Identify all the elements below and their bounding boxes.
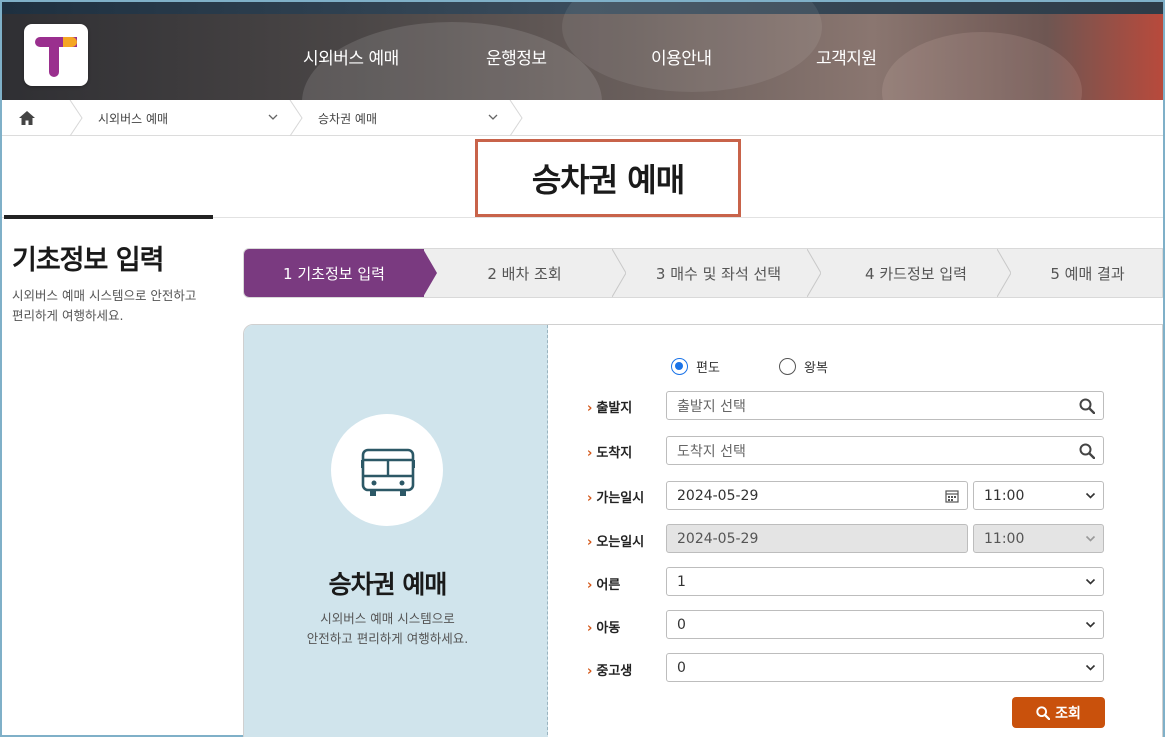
booking-stepper: 1 기초정보 입력 2 배차 조회 3 매수 및 좌석 선택 4 카드정보 입력… [243, 248, 1163, 298]
step-card-info[interactable]: 4 카드정보 입력 [821, 249, 1011, 297]
child-count-select[interactable]: 0 [666, 610, 1104, 639]
adult-label: › 어른 [587, 578, 621, 593]
step-arrow [612, 249, 626, 297]
student-count-value: 0 [677, 659, 686, 676]
chevron-down-icon[interactable] [267, 112, 279, 122]
radio-round-trip[interactable]: 왕복 [779, 357, 828, 376]
step-arrow [423, 249, 437, 297]
breadcrumb: 시외버스 예매 승차권 예매 [2, 100, 1163, 136]
radio-one-way[interactable]: 편도 [671, 357, 720, 376]
site-logo[interactable] [24, 24, 88, 86]
step-label: 3 매수 및 좌석 선택 [655, 264, 782, 283]
step-basic-info[interactable]: 1 기초정보 입력 [244, 249, 424, 297]
student-count-select[interactable]: 0 [666, 653, 1104, 682]
breadcrumb-separator [69, 100, 83, 136]
departure-input[interactable]: 출발지 선택 [666, 391, 1104, 420]
chevron-down-icon [1085, 621, 1096, 628]
depart-date-label: › 가는일시 [587, 491, 645, 506]
child-label: › 아동 [587, 621, 621, 636]
title-divider-accent [4, 215, 213, 219]
chevron-down-icon[interactable] [487, 112, 499, 122]
page-title-box: 승차권 예매 [475, 139, 741, 217]
booking-card-intro: 승차권 예매 시외버스 예매 시스템으로 안전하고 편리하게 여행하세요. [244, 325, 548, 737]
chevron-down-icon [1085, 535, 1096, 542]
departure-label: › 출발지 [587, 401, 633, 416]
step-label: 4 카드정보 입력 [865, 264, 967, 283]
chevron-down-icon [1085, 492, 1096, 499]
return-date-value: 2024-05-29 [677, 530, 759, 547]
nav-usage-guide[interactable]: 이용안내 [651, 44, 712, 69]
breadcrumb-separator [289, 100, 303, 136]
card-description: 시외버스 예매 시스템으로 안전하고 편리하게 여행하세요. [244, 609, 531, 649]
depart-time-select[interactable]: 11:00 [973, 481, 1104, 510]
search-button[interactable]: 조회 [1012, 697, 1105, 728]
depart-date-input[interactable]: 2024-05-29 [666, 481, 968, 510]
home-icon[interactable] [18, 110, 36, 126]
radio-one-way-label: 편도 [696, 361, 720, 376]
step-label: 5 예매 결과 [1050, 264, 1125, 283]
return-date-input: 2024-05-29 [666, 524, 968, 553]
search-icon[interactable] [1079, 398, 1095, 414]
adult-count-value: 1 [677, 573, 686, 590]
site-header: 시외버스 예매 운행정보 이용안내 고객지원 [2, 2, 1163, 100]
step-booking-result[interactable]: 5 예매 결과 [1011, 249, 1162, 297]
depart-time-value: 11:00 [984, 487, 1025, 504]
arrival-label: › 도착지 [587, 446, 633, 461]
arrival-input[interactable]: 도착지 선택 [666, 436, 1104, 465]
nav-operation-info[interactable]: 운행정보 [486, 44, 547, 69]
step-label: 1 기초정보 입력 [283, 264, 385, 283]
depart-date-value: 2024-05-29 [677, 487, 759, 504]
section-description: 시외버스 예매 시스템으로 안전하고 편리하게 여행하세요. [12, 288, 197, 323]
departure-placeholder: 출발지 선택 [677, 398, 746, 415]
return-time-select: 11:00 [973, 524, 1104, 553]
student-label: › 중고생 [587, 664, 633, 679]
breadcrumb-item-intercity-bus[interactable]: 시외버스 예매 [98, 110, 168, 127]
step-seat-selection[interactable]: 3 매수 및 좌석 선택 [626, 249, 811, 297]
bus-icon [361, 448, 415, 496]
step-arrow [997, 249, 1011, 297]
card-title: 승차권 예매 [328, 570, 448, 599]
search-icon[interactable] [1079, 443, 1095, 459]
step-arrow [807, 249, 821, 297]
radio-round-trip-control[interactable] [779, 358, 796, 375]
adult-count-select[interactable]: 1 [666, 567, 1104, 596]
chevron-down-icon [1085, 578, 1096, 585]
card-description-line: 안전하고 편리하게 여행하세요. [306, 631, 469, 646]
breadcrumb-item-ticket-booking[interactable]: 승차권 예매 [318, 110, 377, 127]
booking-card: 승차권 예매 시외버스 예매 시스템으로 안전하고 편리하게 여행하세요. 편도… [243, 324, 1163, 737]
step-label: 2 배차 조회 [487, 264, 562, 283]
bus-icon-circle [331, 414, 443, 526]
nav-intercity-bus-booking[interactable]: 시외버스 예매 [303, 44, 399, 69]
breadcrumb-separator [509, 100, 523, 136]
nav-customer-support[interactable]: 고객지원 [816, 44, 877, 69]
return-date-label: › 오는일시 [587, 535, 645, 550]
search-icon [1036, 705, 1051, 720]
search-button-label: 조회 [1055, 705, 1081, 722]
page-title: 승차권 예매 [531, 161, 685, 199]
section-title: 기초정보 입력 [12, 245, 164, 276]
calendar-icon[interactable] [945, 489, 959, 503]
radio-one-way-control[interactable] [671, 358, 688, 375]
card-description-line: 시외버스 예매 시스템으로 [320, 611, 455, 626]
return-time-value: 11:00 [984, 530, 1025, 547]
child-count-value: 0 [677, 616, 686, 633]
radio-round-trip-label: 왕복 [804, 361, 828, 376]
step-schedule-search[interactable]: 2 배차 조회 [437, 249, 612, 297]
chevron-down-icon [1085, 664, 1096, 671]
arrival-placeholder: 도착지 선택 [677, 443, 746, 460]
